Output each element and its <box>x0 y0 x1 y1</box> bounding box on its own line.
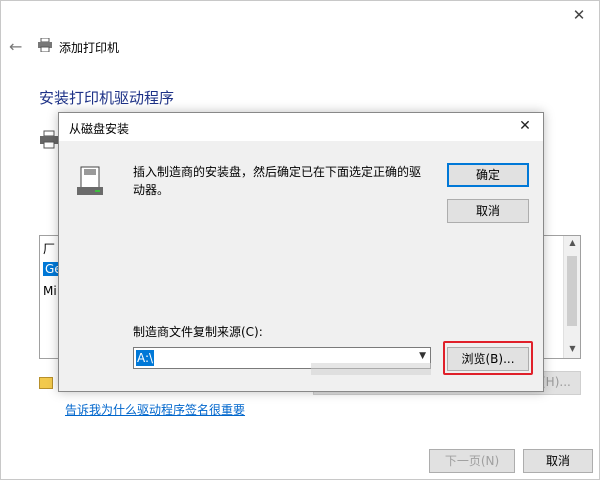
close-icon[interactable]: ✕ <box>571 7 587 23</box>
dialog-title: 从磁盘安装 <box>69 122 130 136</box>
install-from-disk-dialog: 从磁盘安装 ✕ 插入制造商的安装盘，然后确定已在下面选定正确的驱动器。 确定 取… <box>58 112 544 392</box>
dialog-cancel-button[interactable]: 取消 <box>447 199 529 223</box>
dialog-titlebar: 从磁盘安装 ✕ <box>59 113 543 141</box>
scrollbar[interactable]: ▲ ▼ <box>563 236 580 358</box>
printer-icon <box>40 130 58 149</box>
disk-button-fragment: (H)... <box>541 375 571 389</box>
blur-overlay <box>311 363 431 375</box>
source-input[interactable]: A:\ <box>136 350 155 366</box>
cancel-button[interactable]: 取消 <box>523 449 593 473</box>
list-item[interactable]: 厂 <box>43 240 55 257</box>
back-arrow-icon[interactable]: ← <box>9 37 22 56</box>
next-button[interactable]: 下一页(N) <box>429 449 515 473</box>
scroll-up-icon[interactable]: ▲ <box>564 238 581 247</box>
scroll-down-icon[interactable]: ▼ <box>564 344 581 353</box>
driver-signature-link[interactable]: 告诉我为什么驱动程序签名很重要 <box>65 401 245 418</box>
source-label: 制造商文件复制来源(C): <box>133 325 263 339</box>
ok-button[interactable]: 确定 <box>447 163 529 187</box>
signature-info-icon <box>39 377 53 389</box>
disk-drive-icon <box>77 166 103 195</box>
chevron-down-icon[interactable]: ▼ <box>419 351 426 361</box>
printer-icon <box>38 38 52 52</box>
wizard-title: 添加打印机 <box>59 41 120 55</box>
close-icon[interactable]: ✕ <box>517 118 533 134</box>
dialog-instruction: 插入制造商的安装盘，然后确定已在下面选定正确的驱动器。 <box>133 165 422 197</box>
page-heading: 安装打印机驱动程序 <box>39 89 175 107</box>
scroll-thumb[interactable] <box>567 256 577 326</box>
browse-button[interactable]: 浏览(B)... <box>447 347 529 371</box>
list-item[interactable]: Mi <box>43 284 57 298</box>
